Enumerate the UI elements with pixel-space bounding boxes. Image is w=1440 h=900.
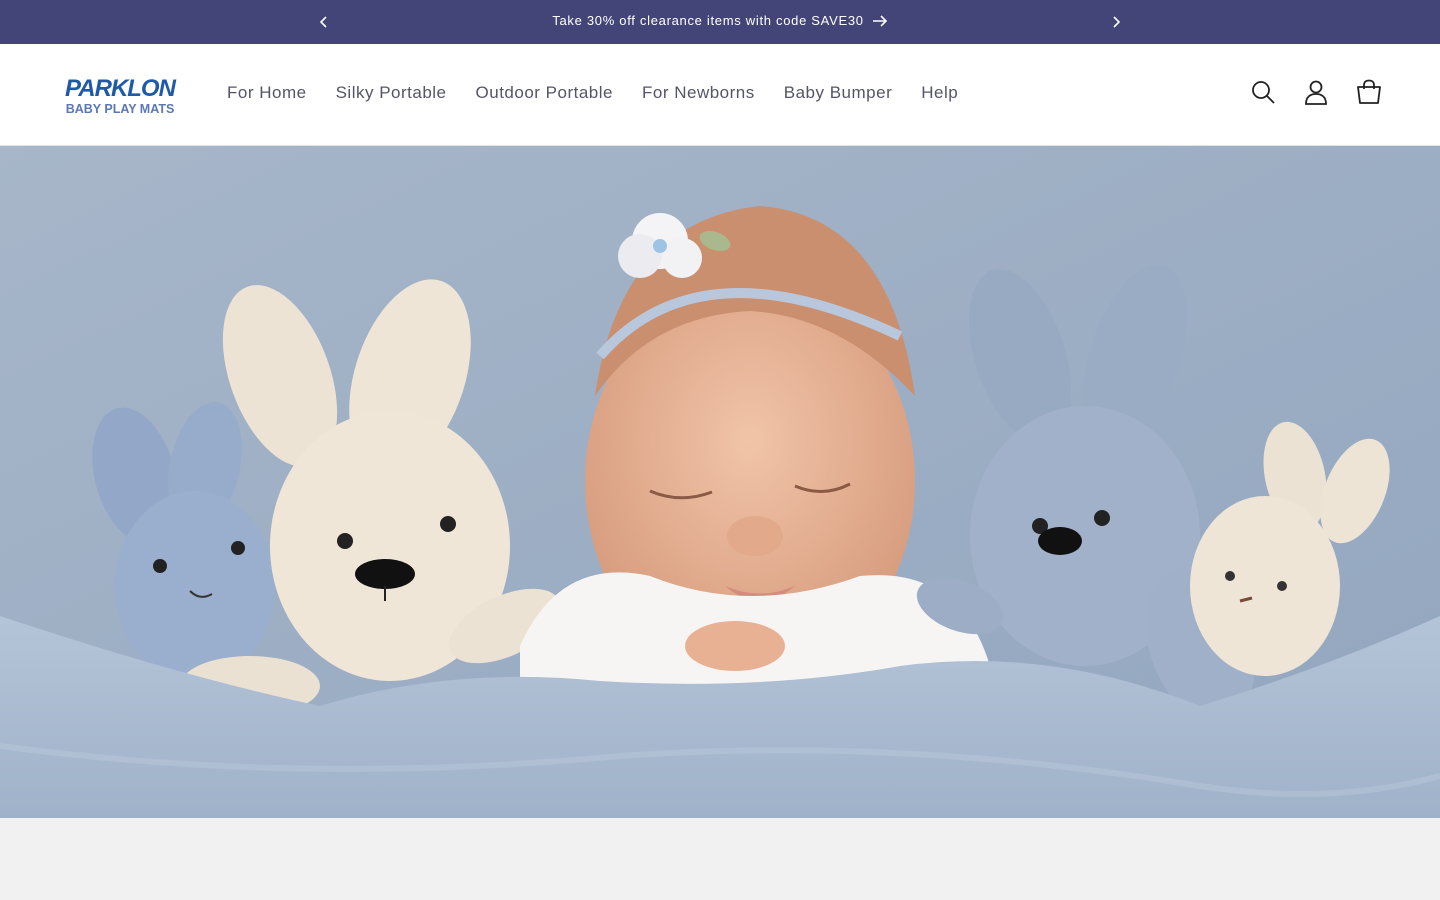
newborn-with-bunnies-illustration [0,146,1440,818]
nav-item-baby-bumper[interactable]: Baby Bumper [784,83,893,103]
announcement-bar: Take 30% off clearance items with code S… [0,0,1440,44]
nav-item-for-home[interactable]: For Home [227,83,307,103]
cart-button[interactable] [1354,77,1384,107]
announcement-message[interactable]: Take 30% off clearance items with code S… [0,13,1440,28]
arrow-right-icon [872,14,887,27]
chevron-right-icon [1113,16,1121,28]
nav-item-for-newborns[interactable]: For Newborns [642,83,755,103]
logo-tagline: BABY PLAY MATS [66,102,175,116]
account-icon [1305,80,1327,105]
header-icons [1248,77,1384,107]
main-navigation: For Home Silky Portable Outdoor Portable… [227,83,987,103]
nav-item-help[interactable]: Help [921,83,958,103]
cart-icon [1357,79,1381,104]
brand-logo[interactable]: PARKLON BABY PLAY MATS [60,71,182,117]
parklon-logo-graphic: PARKLON BABY PLAY MATS [65,75,178,116]
nav-item-silky-portable[interactable]: Silky Portable [336,83,447,103]
page-section-below-hero [0,818,1440,900]
hero-banner-image[interactable] [0,146,1440,818]
site-header: PARKLON BABY PLAY MATS For Home Silky Po… [0,44,1440,146]
search-icon [1252,81,1275,104]
search-button[interactable] [1248,77,1278,107]
announcement-text[interactable]: Take 30% off clearance items with code S… [552,13,863,28]
account-button[interactable] [1301,77,1331,107]
nav-item-outdoor-portable[interactable]: Outdoor Portable [476,83,613,103]
logo-wordmark: PARKLON [65,75,177,102]
next-announcement-button[interactable] [1104,10,1128,34]
